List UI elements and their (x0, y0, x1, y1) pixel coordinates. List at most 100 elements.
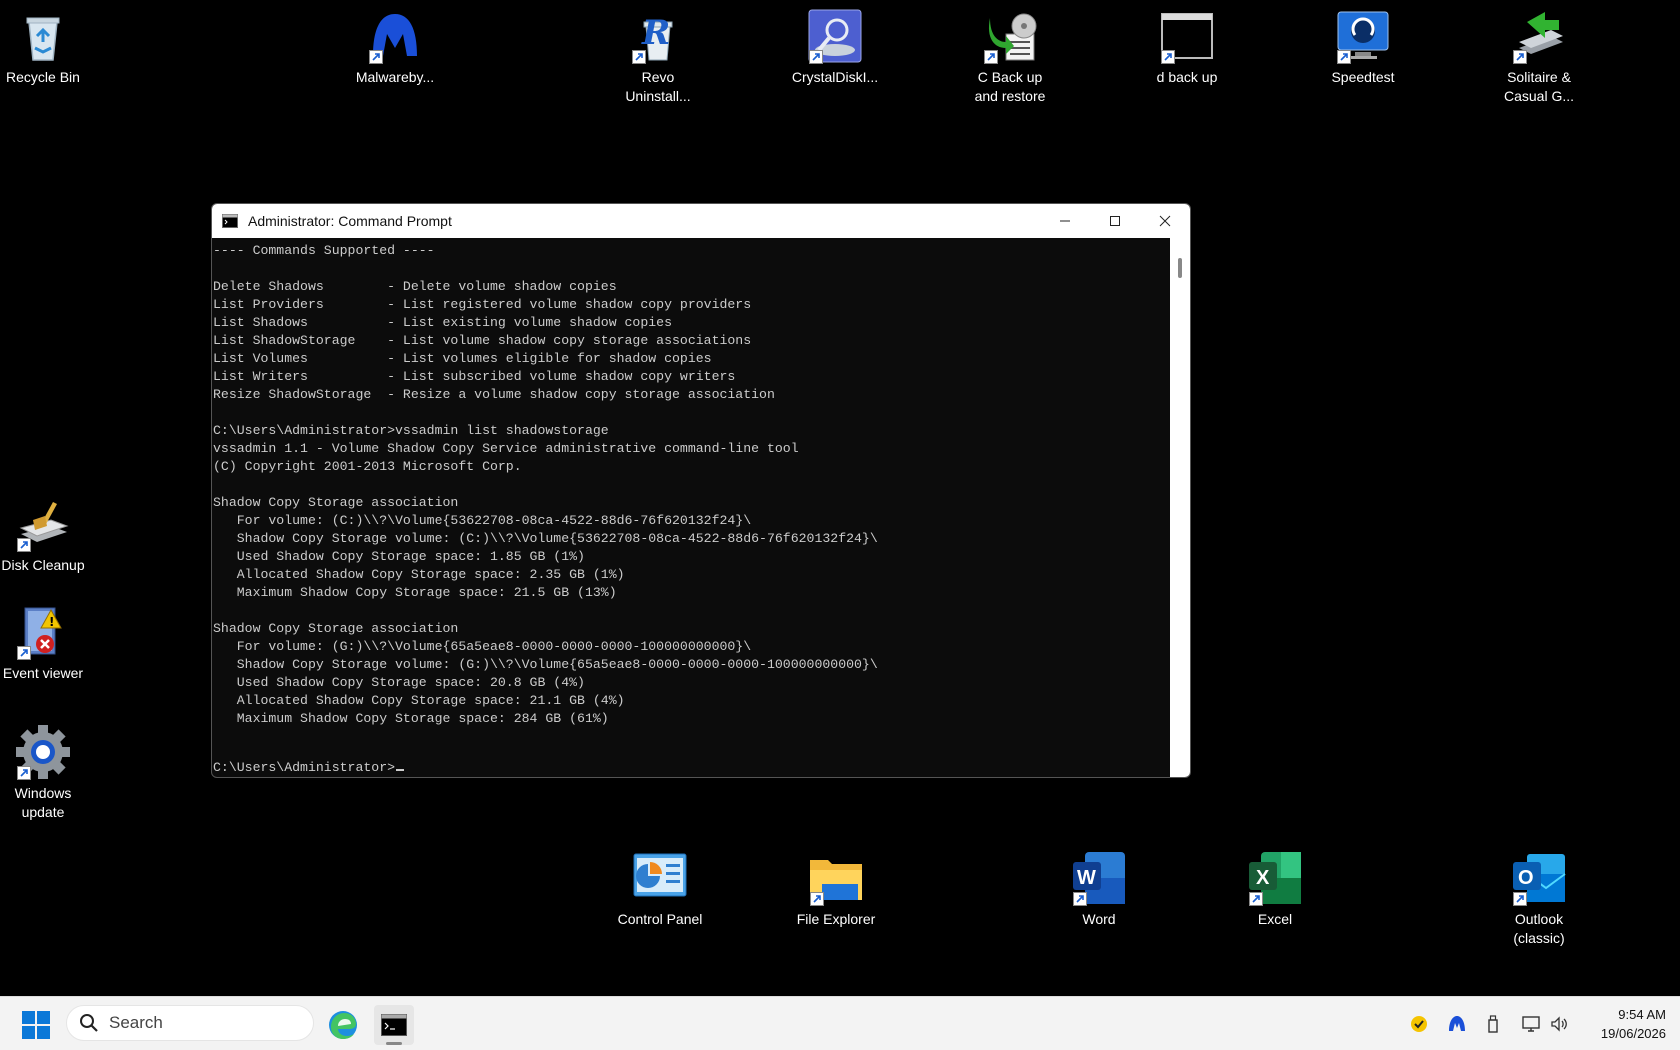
svg-text:R: R (641, 13, 670, 53)
minimize-button[interactable] (1040, 204, 1090, 238)
solitaire-icon (1511, 8, 1567, 64)
maximize-icon (1110, 216, 1120, 226)
search-input[interactable]: Search (66, 1005, 314, 1041)
desktop-icon-d-backup[interactable]: d back up (1137, 8, 1237, 87)
desktop-icon-file-explorer[interactable]: File Explorer (786, 850, 886, 929)
desktop-icon-control-panel[interactable]: Control Panel (610, 850, 710, 929)
taskbar-clock[interactable]: 9:54 AM 19/06/2026 (1601, 1005, 1666, 1043)
clock-time: 9:54 AM (1618, 1007, 1666, 1022)
crystaldiskinfo-icon (807, 8, 863, 64)
taskbar: Search 9:54 AM 19/06/2026 (0, 996, 1680, 1050)
outlook-icon: O (1511, 850, 1567, 906)
start-button[interactable] (22, 1011, 50, 1039)
desktop-icon-word[interactable]: W Word (1049, 850, 1149, 929)
desktop-icon-event-viewer[interactable]: ! Event viewer (0, 604, 93, 683)
svg-text:O: O (1518, 867, 1534, 889)
backup-restore-icon (982, 8, 1038, 64)
c-backup-label: C Back up and restore (974, 69, 1046, 104)
shortcut-arrow-icon (17, 538, 31, 552)
control-panel-icon (632, 850, 688, 906)
folder-icon (808, 850, 864, 906)
desktop-icon-crystaldiskinfo[interactable]: CrystalDiskI... (785, 8, 885, 87)
desktop-icon-solitaire[interactable]: Solitaire & Casual G... (1489, 8, 1589, 106)
tray-volume-icon[interactable] (1548, 1013, 1570, 1035)
crystaldiskinfo-label: CrystalDiskI... (791, 69, 879, 85)
event-viewer-label: Event viewer (2, 665, 84, 681)
speedtest-icon (1335, 8, 1391, 64)
tray-malwarebytes-icon[interactable] (1446, 1013, 1468, 1035)
command-prompt-icon (222, 214, 238, 228)
close-button[interactable] (1140, 204, 1190, 238)
word-icon: W (1071, 850, 1127, 906)
solitaire-label: Solitaire & Casual G... (1503, 69, 1575, 104)
revo-uninstaller-label: Revo Uninstall... (625, 69, 691, 104)
shortcut-arrow-icon (1337, 50, 1351, 64)
text-cursor (396, 769, 405, 771)
windows-logo-icon (22, 1011, 50, 1039)
disk-cleanup-label: Disk Cleanup (1, 557, 85, 573)
tray-network-icon[interactable] (1520, 1013, 1542, 1035)
search-icon (80, 1014, 98, 1032)
clock-date: 19/06/2026 (1600, 1026, 1666, 1041)
scrollbar-thumb[interactable] (1178, 258, 1182, 278)
desktop-icon-c-backup[interactable]: C Back up and restore (960, 8, 1060, 106)
tray-usb-icon[interactable] (1482, 1013, 1504, 1035)
malwarebytes-label: Malwareby... (355, 69, 435, 85)
shortcut-arrow-icon (17, 766, 31, 780)
gear-icon (15, 724, 71, 780)
console-output: ---- Commands Supported ---- Delete Shad… (213, 243, 878, 726)
shortcut-arrow-icon (809, 50, 823, 64)
taskbar-edge-button[interactable] (323, 1005, 363, 1045)
svg-text:W: W (1077, 867, 1096, 889)
shortcut-arrow-icon (17, 646, 31, 660)
command-prompt-window[interactable]: Administrator: Command Prompt ---- Comma… (211, 203, 1191, 778)
desktop-icon-disk-cleanup[interactable]: Disk Cleanup (0, 496, 93, 575)
minimize-icon (1060, 220, 1070, 222)
shortcut-arrow-icon (369, 50, 383, 64)
svg-text:!: ! (49, 615, 54, 629)
shortcut-arrow-icon (1513, 50, 1527, 64)
disk-cleanup-icon (15, 496, 71, 552)
recycle-bin-label: Recycle Bin (6, 69, 80, 85)
excel-label: Excel (1257, 911, 1293, 927)
desktop-icon-recycle-bin[interactable]: Recycle Bin (0, 8, 93, 87)
svg-text:X: X (1256, 867, 1270, 889)
desktop-icon-windows-update[interactable]: Windows update (0, 724, 93, 822)
shortcut-arrow-icon (1073, 892, 1087, 906)
recycle-bin-icon (15, 8, 71, 64)
console-prompt-line[interactable]: C:\Users\Administrator> (213, 759, 405, 777)
vertical-scrollbar[interactable] (1170, 238, 1190, 777)
maximize-button[interactable] (1090, 204, 1140, 238)
desktop-icon-revo-uninstaller[interactable]: R Revo Uninstall... (608, 8, 708, 106)
search-placeholder: Search (109, 1013, 163, 1032)
tray-norton-icon[interactable] (1408, 1013, 1430, 1035)
windows-update-label: Windows update (14, 785, 72, 820)
shortcut-arrow-icon (810, 892, 824, 906)
file-explorer-label: File Explorer (796, 911, 876, 927)
control-panel-label: Control Panel (617, 911, 703, 927)
word-label: Word (1082, 911, 1116, 927)
desktop-icon-speedtest[interactable]: Speedtest (1313, 8, 1413, 87)
window-titlebar[interactable]: Administrator: Command Prompt (212, 204, 1190, 238)
shortcut-arrow-icon (632, 50, 646, 64)
malwarebytes-icon (367, 8, 423, 64)
excel-icon: X (1247, 850, 1303, 906)
close-icon (1159, 215, 1171, 227)
desktop-icon-malwarebytes[interactable]: Malwareby... (345, 8, 445, 87)
outlook-label: Outlook (classic) (1513, 911, 1565, 946)
taskbar-command-prompt-button[interactable] (374, 1005, 414, 1045)
shortcut-arrow-icon (1513, 892, 1527, 906)
command-prompt-icon (381, 1014, 407, 1036)
desktop-icon-outlook[interactable]: O Outlook (classic) (1489, 850, 1589, 948)
revo-uninstaller-icon: R (630, 8, 686, 64)
desktop-icon-excel[interactable]: X Excel (1225, 850, 1325, 929)
shortcut-arrow-icon (1161, 50, 1175, 64)
console-area[interactable]: ---- Commands Supported ---- Delete Shad… (212, 238, 1170, 777)
terminal-shortcut-icon (1159, 8, 1215, 64)
d-backup-label: d back up (1156, 69, 1218, 85)
window-title: Administrator: Command Prompt (248, 213, 452, 229)
running-indicator (386, 1042, 402, 1045)
shortcut-arrow-icon (1249, 892, 1263, 906)
desktop: Recycle Bin Malwareby... R Revo Uninstal… (0, 0, 1680, 996)
event-viewer-icon: ! (15, 604, 71, 660)
